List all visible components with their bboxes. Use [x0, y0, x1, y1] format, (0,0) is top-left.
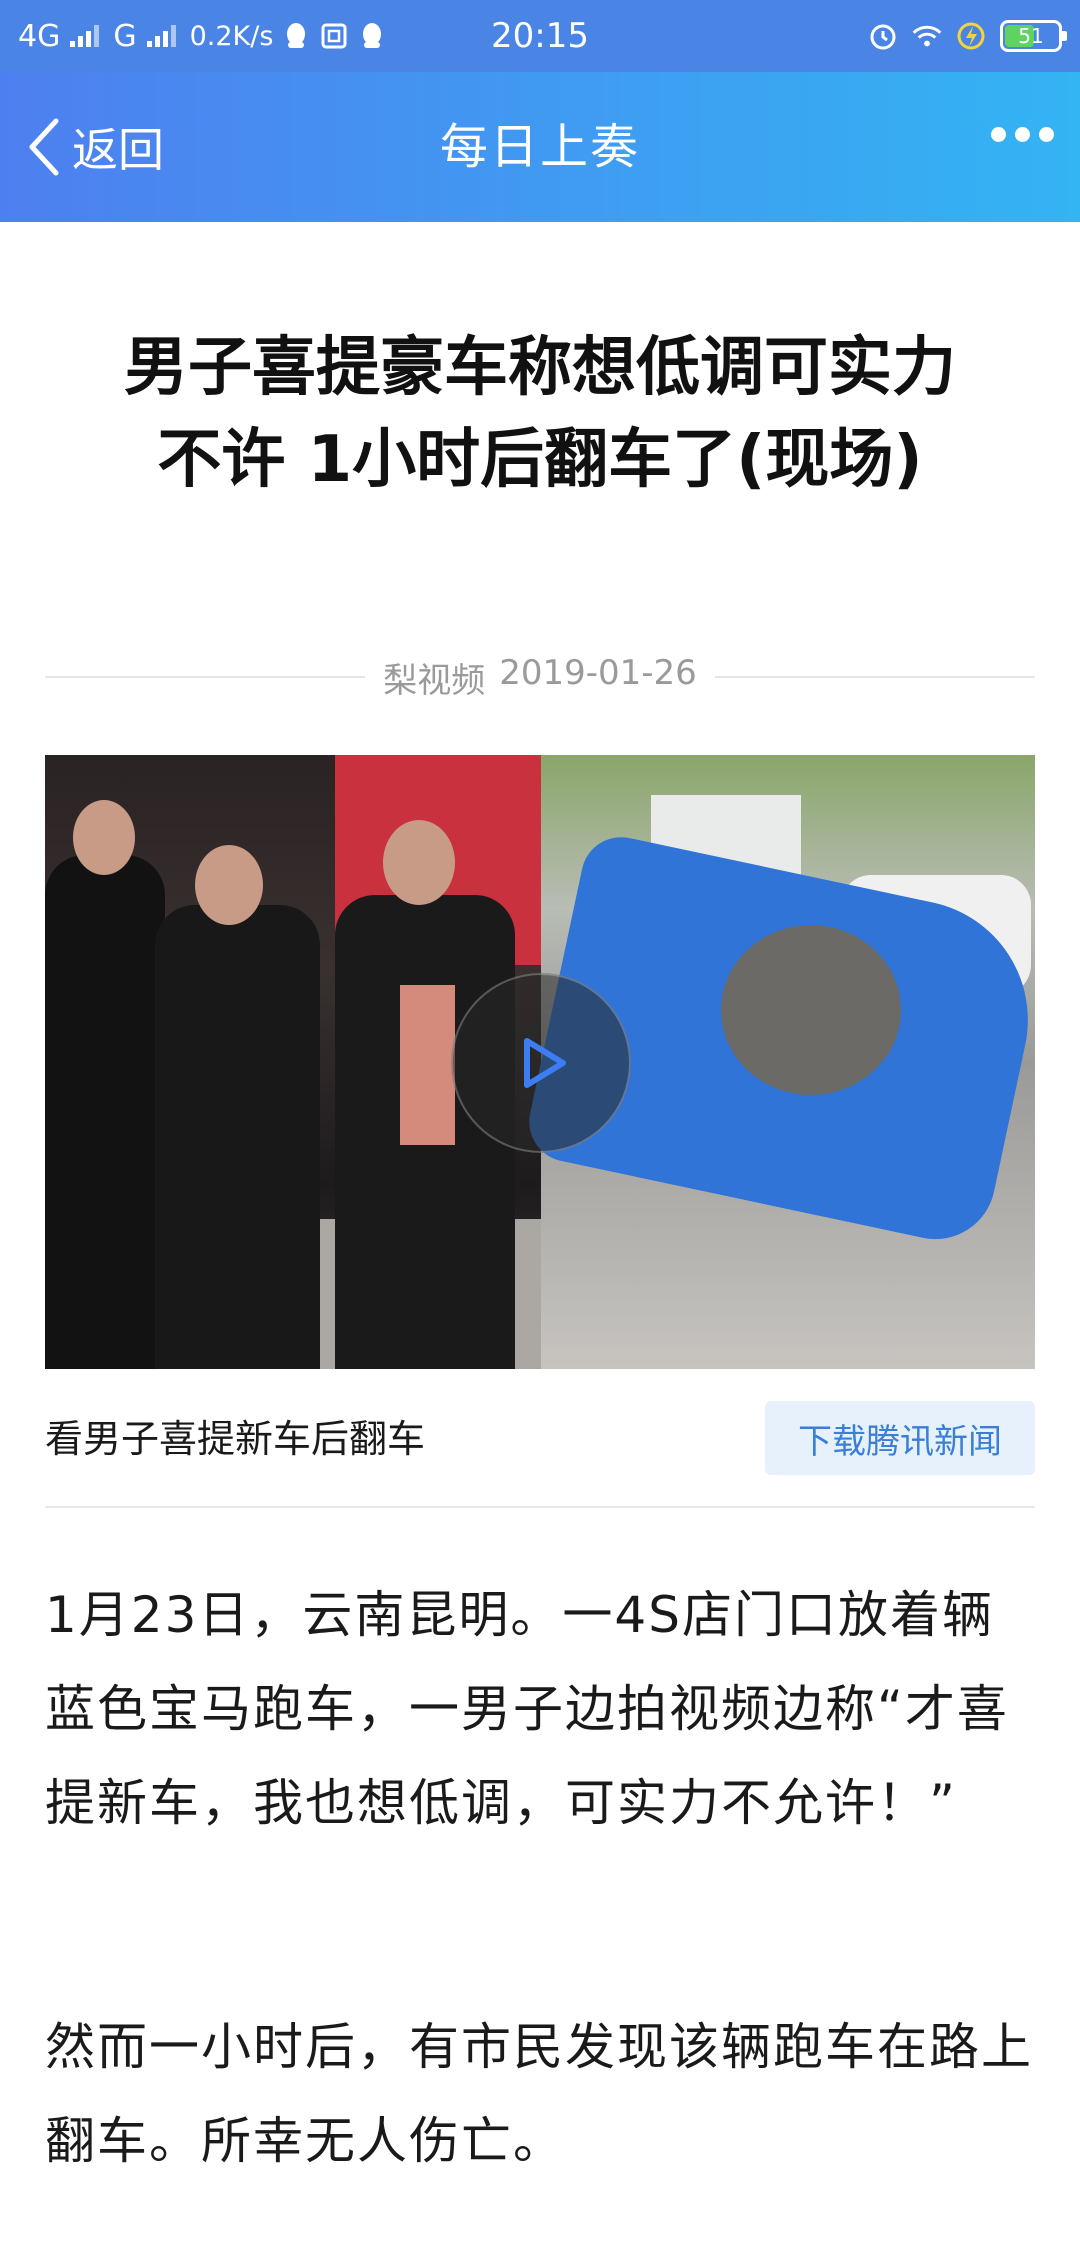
alarm-icon: [868, 21, 898, 51]
article-paragraph: 1月23日，云南昆明。一4S店门口放着辆蓝色宝马跑车，一男子边拍视频边称“才喜提…: [45, 1586, 1009, 1832]
status-left: 4G G 0.2K/s: [18, 19, 868, 54]
network-speed: 0.2K/s: [189, 20, 274, 52]
battery-icon: 51: [1000, 20, 1067, 52]
signal-icon: [146, 25, 176, 47]
play-icon: [524, 1038, 566, 1088]
status-right: 51: [868, 20, 1067, 52]
play-button[interactable]: [451, 973, 631, 1153]
divider: [714, 676, 1035, 678]
network-g-label: G: [113, 18, 137, 54]
qq-icon: [281, 21, 311, 51]
status-bar: 4G G 0.2K/s 20:15 51: [0, 0, 1080, 72]
download-app-button[interactable]: 下载腾讯新闻: [765, 1401, 1035, 1475]
signal-icon: [70, 25, 100, 47]
app-icon: [319, 21, 349, 51]
wifi-icon: [912, 21, 942, 51]
article-title: 男子喜提豪车称想低调可实力不许 1小时后翻车了(现场): [124, 331, 956, 497]
video-player[interactable]: [45, 755, 1035, 1369]
article-source: 梨视频: [383, 660, 486, 701]
more-options-icon[interactable]: [991, 127, 1054, 142]
network-4g-label: 4G: [18, 18, 61, 54]
charging-icon: [956, 21, 986, 51]
battery-level: 51: [1018, 24, 1044, 48]
article-meta: 梨视频 2019-01-26: [45, 652, 1035, 702]
article-paragraph: 然而一小时后，有市民发现该辆跑车在路上翻车。所幸无人伤亡。: [45, 2018, 1033, 2170]
divider: [45, 676, 366, 678]
qq-icon: [357, 21, 387, 51]
nav-bar: 返回 每日上奏: [0, 72, 1080, 222]
article-date: 2019-01-26: [499, 652, 697, 693]
page-title: 每日上奏: [439, 119, 640, 175]
video-caption: 看男子喜提新车后翻车: [45, 1417, 426, 1461]
divider: [45, 1506, 1035, 1508]
